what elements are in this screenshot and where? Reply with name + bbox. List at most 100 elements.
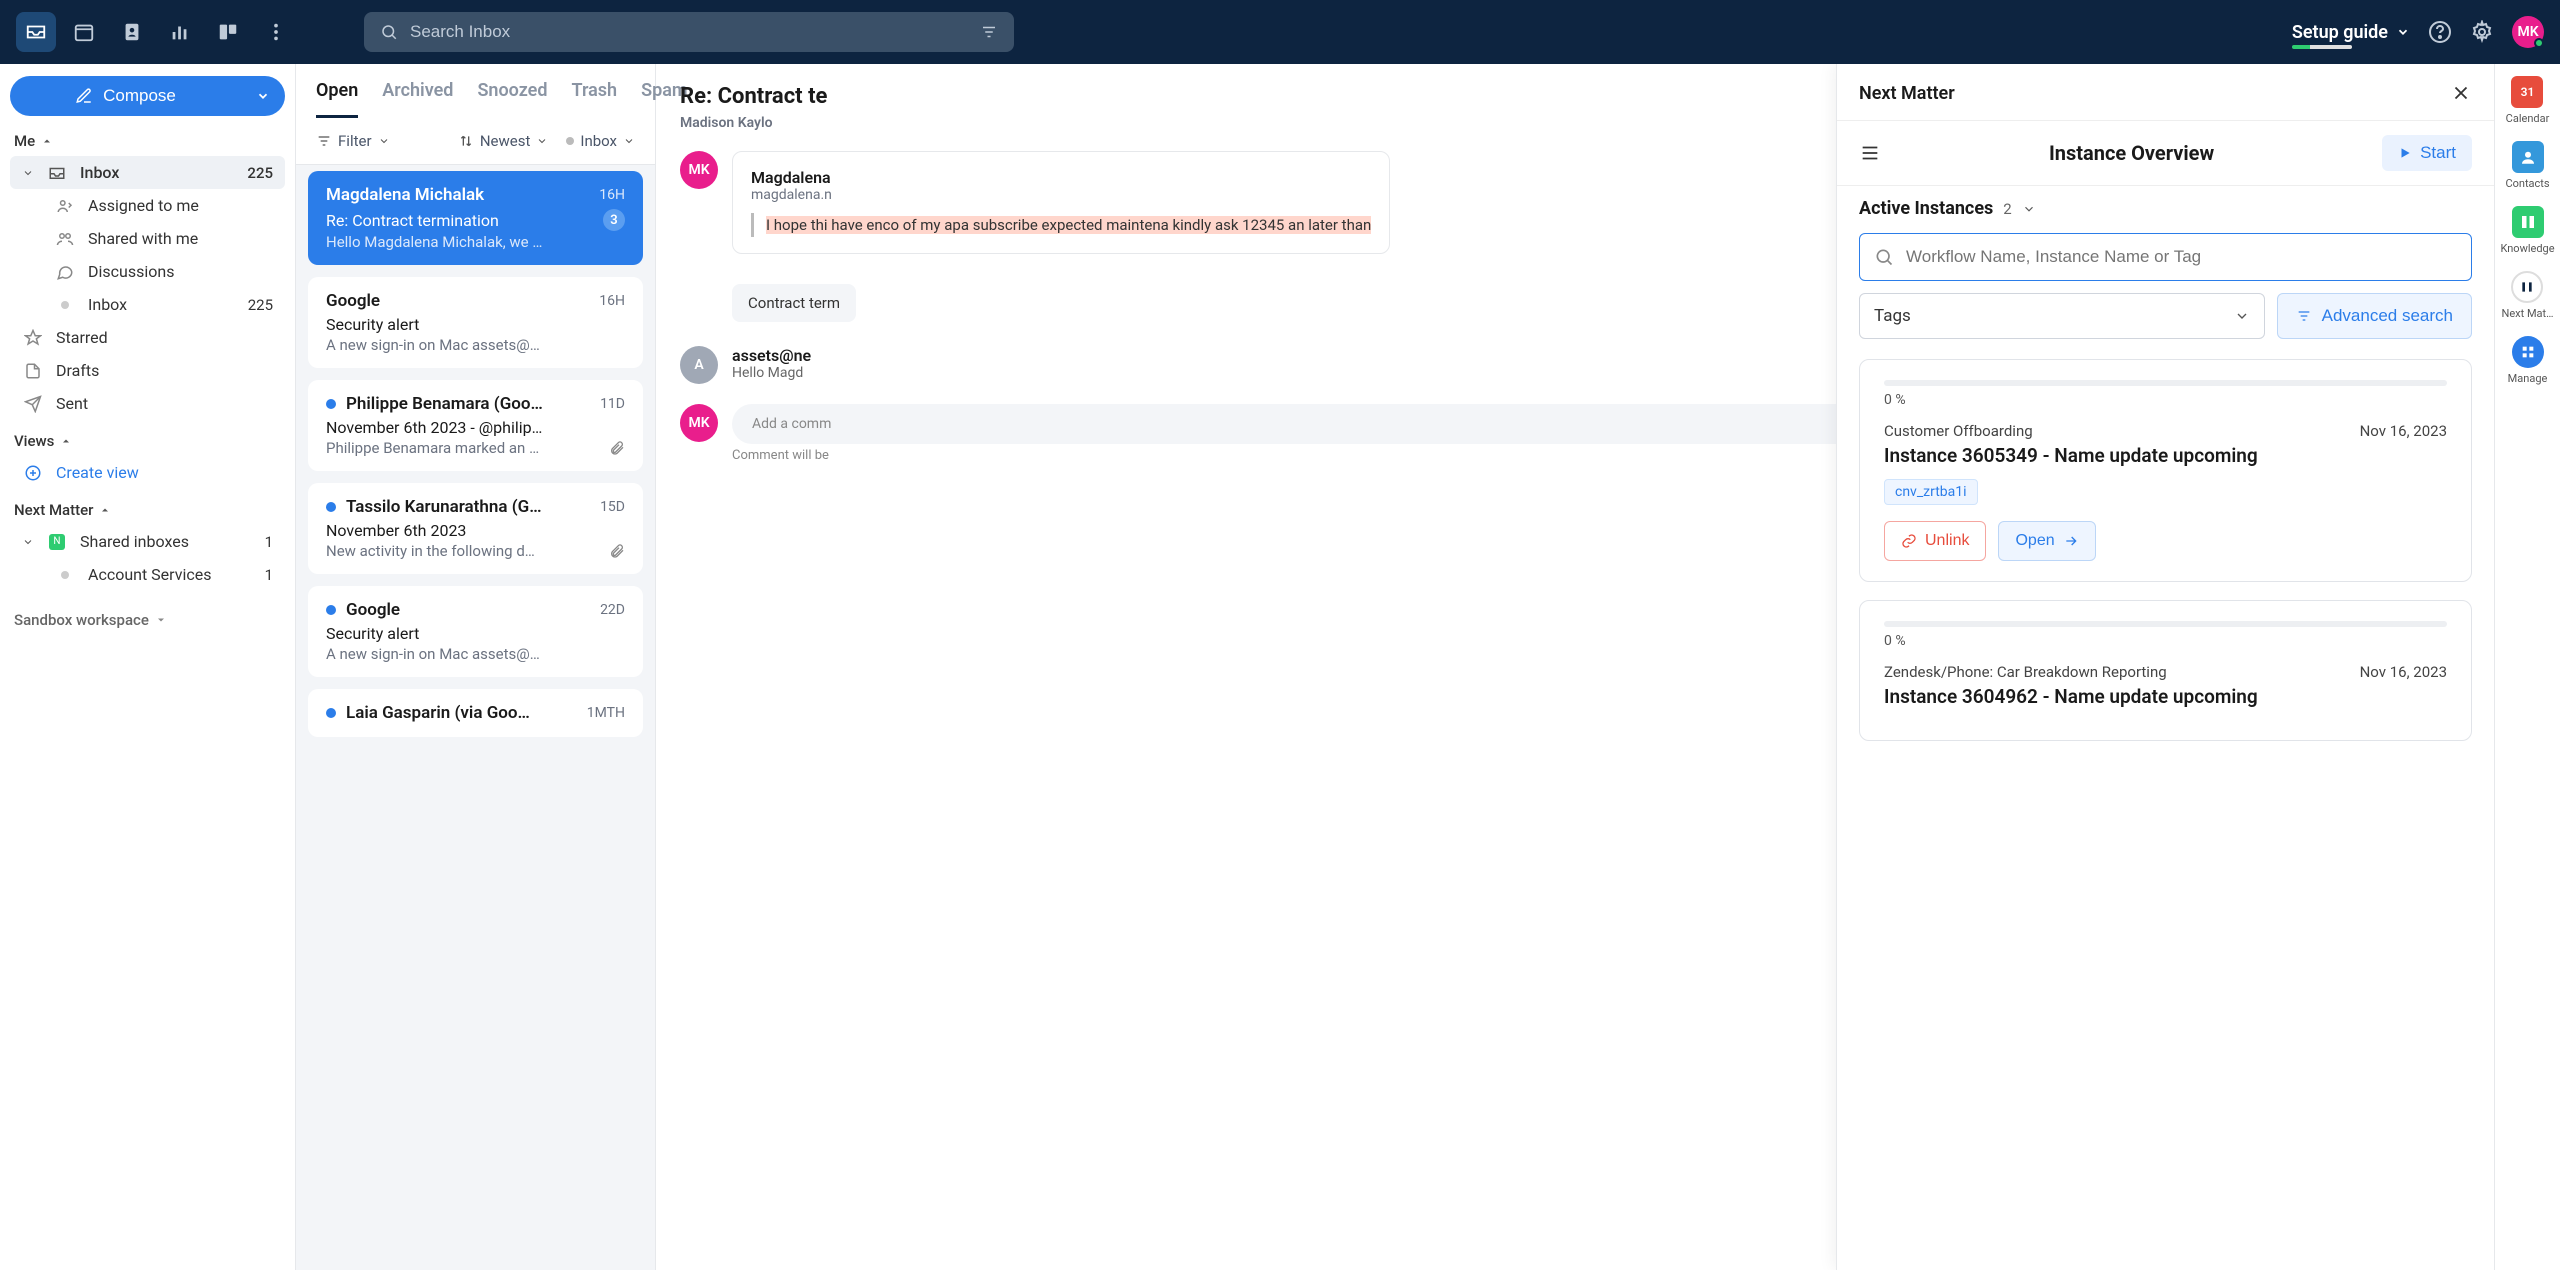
filter-icon [316, 133, 332, 149]
inbox-scope-button[interactable]: Inbox [566, 132, 635, 150]
progress-bar [1884, 621, 2447, 627]
nav-calendar-icon[interactable] [64, 12, 104, 52]
dot-icon [54, 571, 76, 579]
open-button[interactable]: Open [1998, 521, 2095, 561]
chevron-up-icon [99, 504, 111, 516]
nav-board-icon[interactable] [208, 12, 248, 52]
reply-preview: Hello Magd [732, 365, 811, 381]
panel-menu-icon[interactable] [1859, 142, 1881, 164]
next-matter-icon [2511, 271, 2543, 303]
tab-snoozed[interactable]: Snoozed [477, 80, 547, 118]
chat-icon [54, 263, 76, 281]
user-avatar: MK [680, 404, 718, 442]
advanced-search-button[interactable]: Advanced search [2277, 293, 2472, 339]
inbox-tabs: Open Archived Snoozed Trash Spam [296, 64, 655, 118]
shared-icon [54, 230, 76, 248]
chevron-down-icon [623, 135, 635, 147]
next-matter-panel: Next Matter Instance Overview Start Acti… [1836, 64, 2494, 1270]
compose-icon [75, 87, 93, 105]
nav-inbox-icon[interactable] [16, 12, 56, 52]
app-next-matter[interactable]: Next Mat… [2501, 271, 2553, 320]
sent-icon [22, 395, 44, 413]
message-card[interactable]: Tassilo Karunarathna (G…15D November 6th… [308, 483, 643, 574]
sidebar-item-discussions[interactable]: Discussions [10, 255, 285, 288]
compose-dropdown[interactable] [241, 76, 285, 116]
message-card[interactable]: Philippe Benamara (Goo…11D November 6th … [308, 380, 643, 471]
tab-open[interactable]: Open [316, 80, 358, 118]
search-bar[interactable] [364, 12, 1014, 52]
message-time: 16H [599, 187, 625, 203]
user-avatar[interactable]: MK [2512, 16, 2544, 48]
filter-icon[interactable] [980, 23, 998, 41]
nav-more-icon[interactable] [256, 12, 296, 52]
tags-select[interactable]: Tags [1859, 293, 2265, 339]
sidebar-item-assigned[interactable]: Assigned to me [10, 189, 285, 222]
message-preview: A new sign-in on Mac assets@… [326, 336, 625, 354]
instance-progress: 0 % [1884, 633, 2447, 649]
tab-archived[interactable]: Archived [382, 80, 453, 118]
app-calendar[interactable]: 31 Calendar [2506, 76, 2550, 125]
app-manage[interactable]: Manage [2508, 336, 2548, 385]
app-label: Next Mat… [2501, 307, 2553, 320]
app-knowledge[interactable]: Knowledge [2500, 206, 2554, 255]
help-icon[interactable] [2428, 20, 2452, 44]
instance-name: Instance 3604962 - Name update upcoming [1884, 685, 2447, 708]
section-me[interactable]: Me [14, 132, 285, 150]
nav-contacts-icon[interactable] [112, 12, 152, 52]
workspace-selector[interactable]: Sandbox workspace [14, 611, 285, 629]
message-subject: Security alert [326, 315, 419, 334]
close-icon[interactable] [2450, 82, 2472, 104]
sidebar-item-count: 1 [265, 533, 273, 551]
compose-button[interactable]: Compose [10, 76, 241, 116]
instance-search[interactable] [1859, 233, 2472, 281]
unlink-button[interactable]: Unlink [1884, 521, 1986, 561]
sidebar-item-shared-inboxes[interactable]: N Shared inboxes 1 [10, 525, 285, 558]
message-card[interactable]: Laia Gasparin (via Goo…1MTH [308, 689, 643, 737]
sidebar-item-inbox[interactable]: Inbox 225 [10, 156, 285, 189]
section-next-matter[interactable]: Next Matter [14, 501, 285, 519]
unread-dot-icon [326, 605, 336, 615]
calendar-icon: 31 [2511, 76, 2543, 108]
tab-trash[interactable]: Trash [572, 80, 618, 118]
sidebar-item-account-services[interactable]: Account Services 1 [10, 558, 285, 591]
bubble-footer: Contract term [732, 284, 856, 322]
search-input[interactable] [410, 22, 968, 42]
message-card[interactable]: Google22D Security alert A new sign-in o… [308, 586, 643, 677]
sidebar-item-label: Drafts [56, 361, 99, 380]
message-sender: Tassilo Karunarathna (G… [346, 497, 590, 517]
sidebar-item-count: 225 [247, 164, 273, 182]
message-card[interactable]: Magdalena Michalak 16H Re: Contract term… [308, 171, 643, 265]
sort-button[interactable]: Newest [458, 132, 549, 150]
instance-search-input[interactable] [1906, 247, 2457, 267]
star-icon [22, 329, 44, 347]
instance-workflow: Zendesk/Phone: Car Breakdown Reporting [1884, 663, 2167, 681]
sidebar-item-starred[interactable]: Starred [10, 321, 285, 354]
arrow-right-icon [2063, 533, 2079, 549]
app-contacts[interactable]: Contacts [2505, 141, 2549, 190]
gear-icon[interactable] [2470, 20, 2494, 44]
sender-avatar: MK [680, 151, 718, 189]
app-rail: 31 Calendar Contacts Knowledge Next Mat… [2494, 64, 2560, 1270]
message-list: Open Archived Snoozed Trash Spam Filter … [296, 64, 656, 1270]
instance-progress: 0 % [1884, 392, 2447, 408]
active-instances-count: 2 [2003, 200, 2011, 218]
sidebar-item-shared[interactable]: Shared with me [10, 222, 285, 255]
message-card[interactable]: Google16H Security alert A new sign-in o… [308, 277, 643, 368]
instance-tag[interactable]: cnv_zrtba1i [1884, 479, 1978, 505]
create-view-link[interactable]: Create view [10, 456, 285, 489]
start-button[interactable]: Start [2382, 135, 2472, 171]
attachment-icon [609, 543, 625, 559]
app-label: Calendar [2506, 112, 2550, 125]
nav-analytics-icon[interactable] [160, 12, 200, 52]
active-instances-header[interactable]: Active Instances 2 [1859, 198, 2472, 219]
section-views[interactable]: Views [14, 432, 285, 450]
sidebar-item-inbox-sub[interactable]: Inbox 225 [10, 288, 285, 321]
sidebar-item-sent[interactable]: Sent [10, 387, 285, 420]
setup-guide[interactable]: Setup guide [2292, 22, 2410, 43]
instance-date: Nov 16, 2023 [2360, 422, 2447, 440]
sidebar-item-count: 1 [265, 566, 273, 584]
sidebar-item-drafts[interactable]: Drafts [10, 354, 285, 387]
filter-button[interactable]: Filter [316, 132, 390, 150]
chevron-up-icon [60, 435, 72, 447]
sidebar-item-label: Discussions [88, 262, 174, 281]
